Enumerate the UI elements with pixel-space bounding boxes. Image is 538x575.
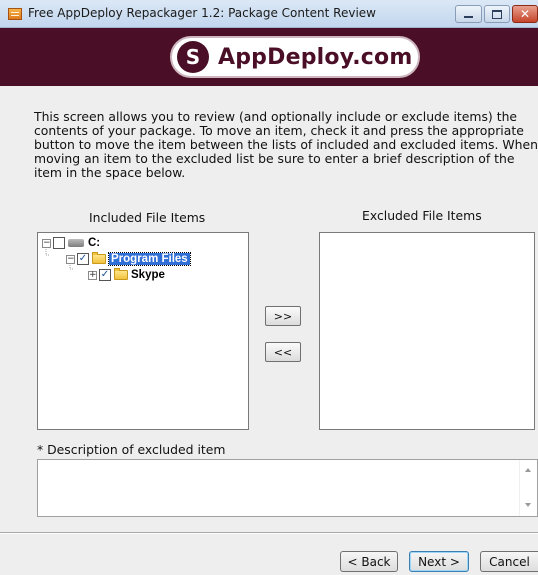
move-to-included-button[interactable]: << — [265, 342, 301, 362]
scroll-down-icon[interactable] — [525, 503, 531, 507]
maximize-button[interactable] — [484, 5, 510, 23]
app-icon — [8, 8, 22, 20]
checkbox-skype[interactable]: ✓ — [99, 269, 111, 281]
dialog-body: This screen allows you to review (and op… — [0, 86, 538, 575]
folder-open-icon — [92, 252, 106, 264]
excluded-list[interactable] — [319, 232, 535, 430]
drive-icon — [68, 239, 84, 247]
description-label: * Description of excluded item — [37, 442, 226, 457]
collapse-icon[interactable]: − — [66, 254, 75, 264]
next-button[interactable]: Next > — [409, 551, 469, 572]
tree-label-program-files: Program Files — [108, 252, 191, 266]
check-icon: ✓ — [100, 269, 110, 280]
checkbox-program-files[interactable]: ✓ — [77, 253, 89, 265]
expand-icon[interactable]: + — [88, 270, 97, 280]
folder-icon — [114, 268, 128, 280]
collapse-icon[interactable]: − — [42, 238, 51, 248]
title-bar[interactable]: Free AppDeploy Repackager 1.2: Package C… — [0, 0, 538, 28]
intro-text: This screen allows you to review (and op… — [34, 109, 538, 180]
minimize-button[interactable] — [455, 5, 482, 23]
description-scrollbar[interactable] — [519, 460, 537, 516]
tree-node-program-files[interactable]: − ✓ Program Files — [66, 252, 191, 266]
appdeploy-logo: S AppDeploy.com — [170, 36, 420, 78]
logo-mark-icon: S — [177, 41, 209, 73]
footer-divider — [0, 532, 538, 534]
window-title: Free AppDeploy Repackager 1.2: Package C… — [28, 6, 376, 20]
close-icon: ✕ — [519, 7, 531, 21]
tree-node-c-drive[interactable]: − C: — [42, 236, 100, 250]
back-button[interactable]: < Back — [340, 551, 398, 572]
tree-label-skype: Skype — [131, 269, 165, 281]
tree-node-skype[interactable]: + ✓ Skype — [88, 268, 165, 282]
check-icon: ✓ — [78, 253, 88, 264]
minimize-icon — [464, 16, 473, 18]
close-button[interactable]: ✕ — [512, 5, 538, 23]
included-label: Included File Items — [89, 210, 206, 225]
move-to-excluded-button[interactable]: >> — [265, 306, 301, 326]
included-tree[interactable]: − C: − ✓ Program Files + ✓ Skype — [37, 232, 249, 430]
appdeploy-banner: S AppDeploy.com — [0, 28, 538, 86]
cancel-button[interactable]: Cancel — [480, 551, 538, 572]
checkbox-c-drive[interactable] — [53, 237, 65, 249]
logo-text: AppDeploy.com — [218, 45, 413, 70]
tree-label-c-drive: C: — [88, 237, 101, 249]
description-field[interactable] — [37, 459, 538, 517]
scroll-up-icon[interactable] — [525, 468, 531, 472]
maximize-icon — [492, 9, 502, 19]
excluded-label: Excluded File Items — [362, 208, 482, 223]
